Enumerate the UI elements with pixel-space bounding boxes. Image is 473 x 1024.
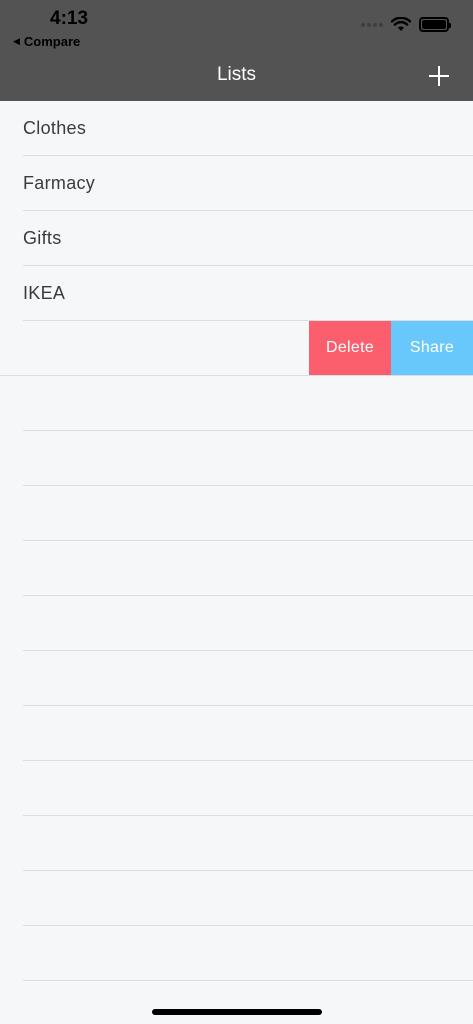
empty-row: [0, 376, 473, 431]
back-to-compare-link[interactable]: ◀ Compare: [13, 34, 80, 49]
back-triangle-icon: ◀: [13, 36, 20, 46]
list-item-label: Clothes: [23, 118, 87, 138]
status-icons: [361, 17, 451, 32]
add-list-button[interactable]: [425, 62, 453, 90]
list-item[interactable]: Farmacy: [0, 156, 473, 211]
page-title: Lists: [216, 64, 257, 85]
list-item-label: Gifts: [23, 228, 62, 248]
delete-button[interactable]: Delete: [309, 321, 391, 375]
navigation-header: 4:13 ◀ Compare Lists: [0, 0, 473, 101]
empty-row: [0, 651, 473, 706]
share-button[interactable]: Share: [391, 321, 473, 375]
list-item[interactable]: IKEA: [0, 266, 473, 321]
lists-table: Clothes Farmacy Gifts IKEA Delete Share: [0, 101, 473, 981]
empty-row: [0, 486, 473, 541]
swipe-actions: Delete Share: [309, 321, 473, 375]
empty-row: [0, 816, 473, 871]
home-indicator[interactable]: [152, 1009, 322, 1015]
list-item-label: Farmacy: [23, 173, 96, 193]
swiped-row[interactable]: Delete Share: [0, 321, 473, 376]
list-item[interactable]: Gifts: [0, 211, 473, 266]
list-item-label: IKEA: [23, 283, 66, 303]
empty-row: [0, 761, 473, 816]
list-item[interactable]: Clothes: [0, 101, 473, 156]
empty-row: [0, 871, 473, 926]
empty-row: [0, 541, 473, 596]
cellular-signal-icon: [361, 22, 383, 27]
back-label: Compare: [23, 34, 81, 49]
empty-row: [0, 431, 473, 486]
empty-row: [0, 706, 473, 761]
status-time: 4:13: [50, 8, 89, 29]
battery-icon: [419, 17, 451, 32]
wifi-icon: [391, 17, 411, 31]
empty-row: [0, 596, 473, 651]
empty-row: [0, 926, 473, 981]
